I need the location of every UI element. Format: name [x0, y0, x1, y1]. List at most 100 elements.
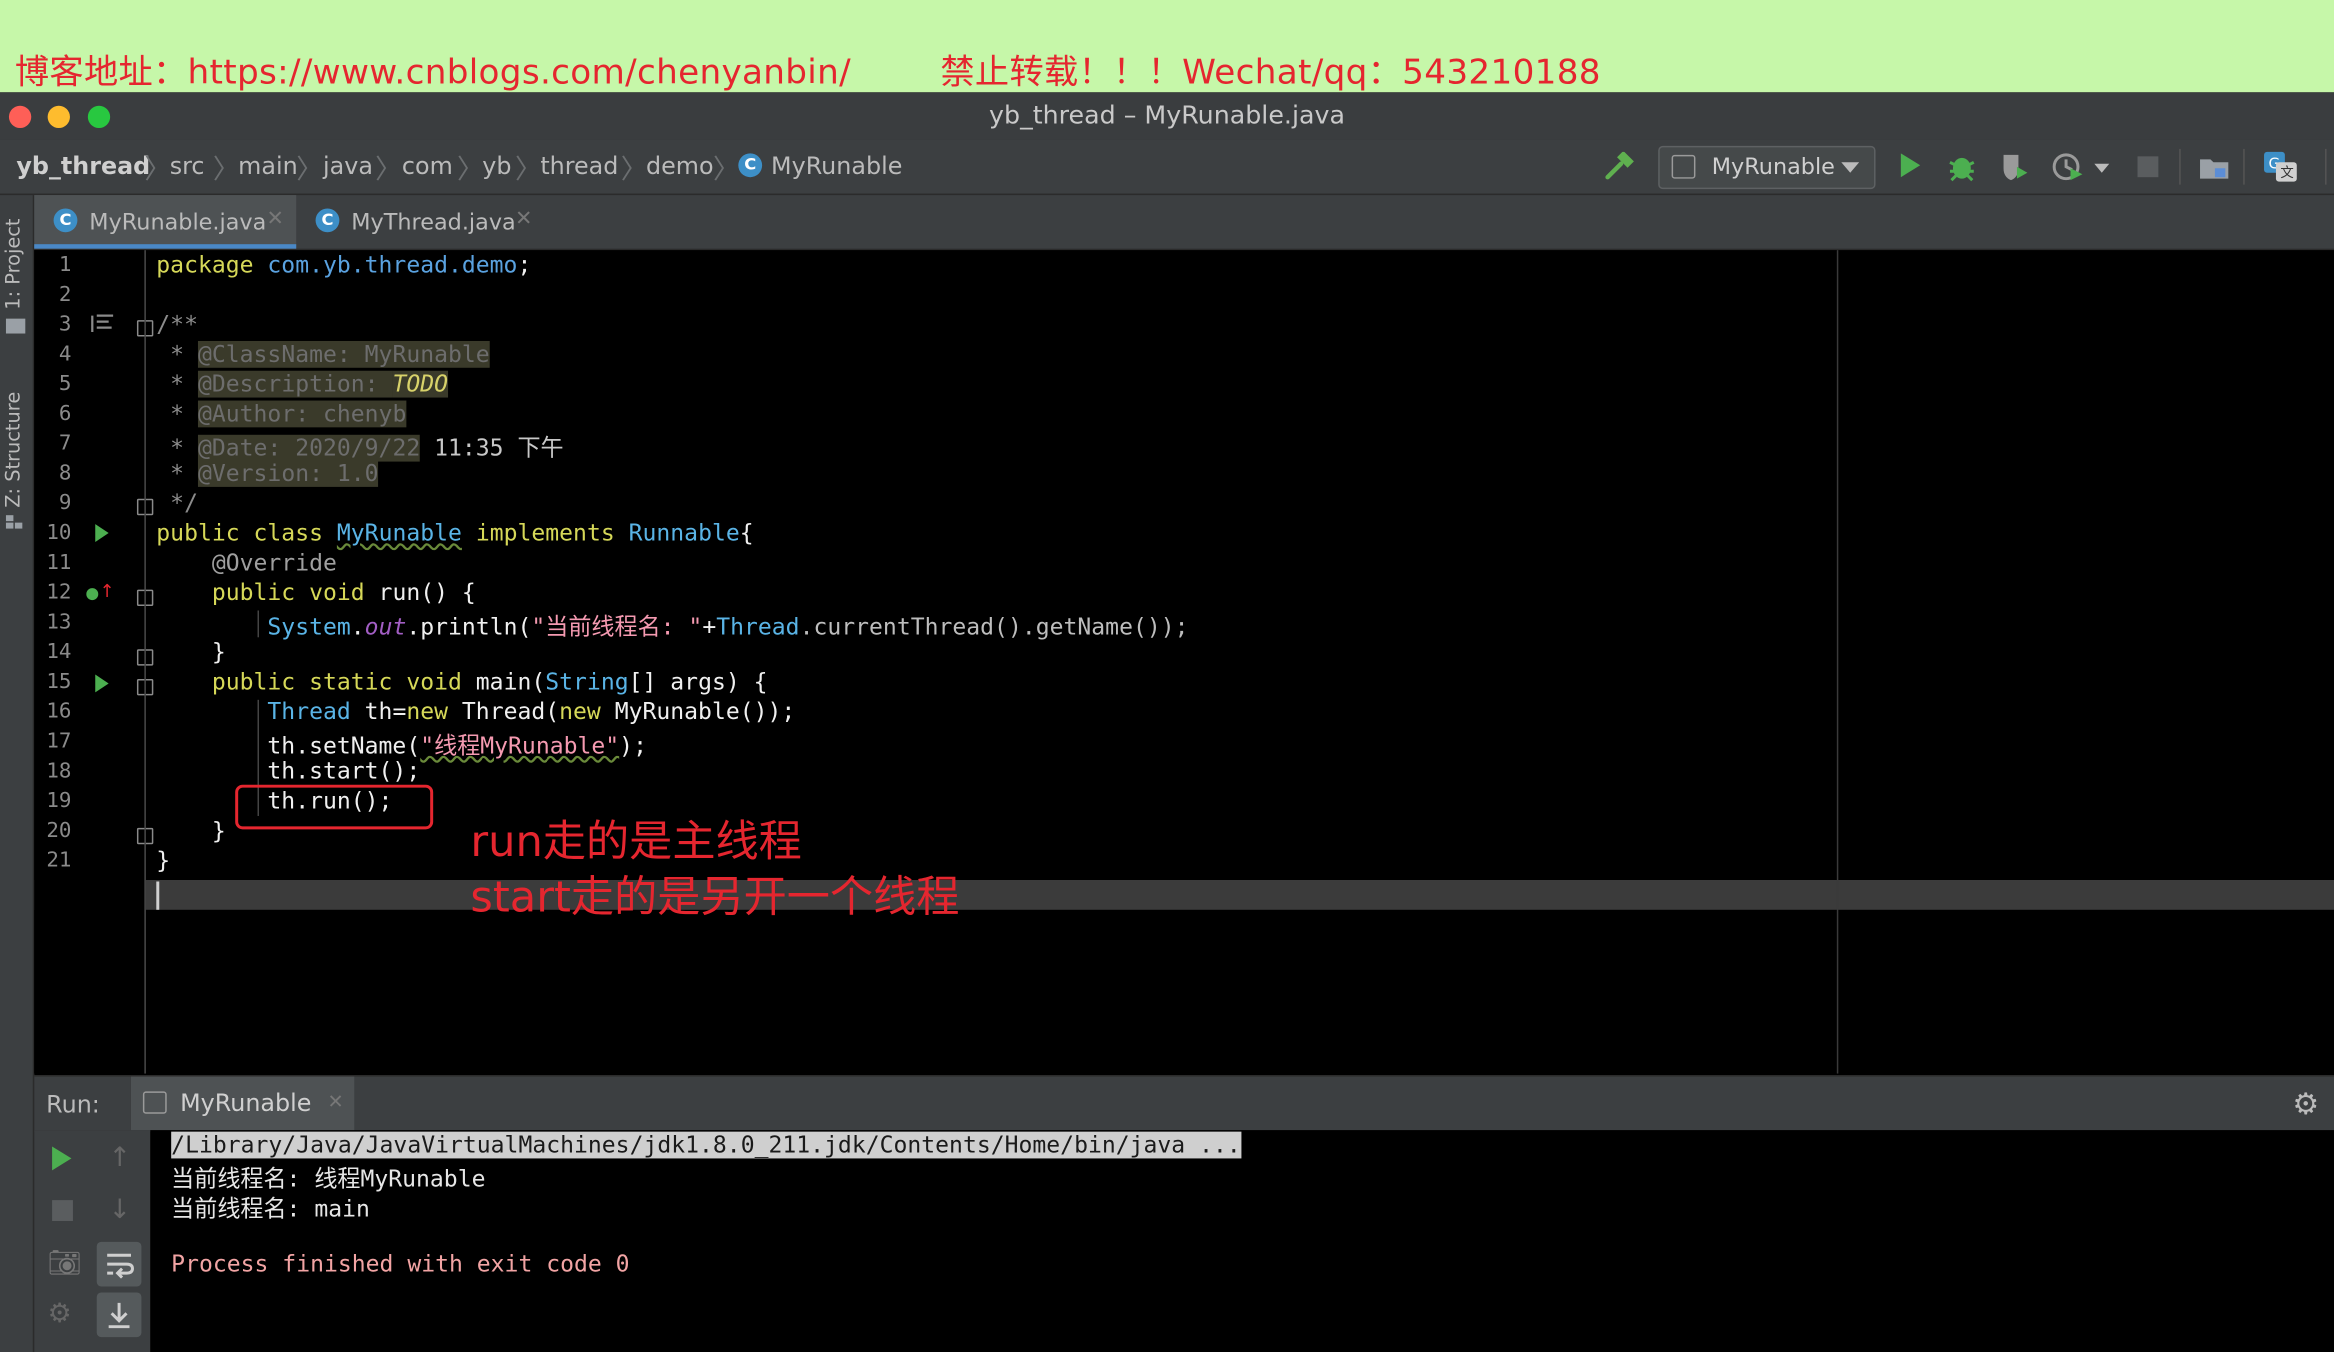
stop-icon[interactable]	[52, 1200, 73, 1221]
code-line: package com.yb.thread.demo;	[156, 251, 532, 279]
code-line: th.start();	[156, 757, 421, 785]
console-output[interactable]: /Library/Java/JavaVirtualMachines/jdk1.8…	[150, 1130, 2334, 1352]
line-number: 14	[46, 640, 72, 665]
breadcrumb-project[interactable]: yb_thread	[16, 152, 150, 180]
console-icon	[142, 1091, 167, 1114]
toolbar-divider	[2179, 148, 2181, 185]
run-config-label: MyRunable	[1711, 153, 1835, 181]
chevron-right-icon: 〉	[515, 154, 542, 187]
scroll-to-end-button[interactable]	[96, 1292, 142, 1338]
right-margin-guide	[1836, 250, 1839, 1074]
screen: 博客地址：https://www.cnblogs.com/chenyanbin/…	[0, 0, 2334, 1352]
current-line-highlight	[34, 879, 2334, 910]
breadcrumb-yb[interactable]: yb	[482, 152, 511, 180]
text-caret	[156, 881, 160, 910]
line-number: 19	[46, 789, 72, 813]
project-tool-window-button[interactable]: 1: Project	[3, 218, 25, 309]
title-bar: yb_thread – MyRunable.java	[0, 92, 2334, 142]
run-configuration-select[interactable]: MyRunable	[1658, 145, 1876, 190]
profiler-icon[interactable]	[2051, 150, 2084, 183]
settings-bug-icon[interactable]: ⚙	[48, 1298, 72, 1329]
arrow-up-icon[interactable]: ↑	[109, 1142, 131, 1173]
structure-icon	[5, 515, 24, 530]
run-main-gutter-icon[interactable]	[95, 674, 109, 693]
chevron-down-icon	[1841, 162, 1860, 173]
run-icon[interactable]	[1900, 153, 1921, 178]
line-number: 17	[46, 729, 72, 754]
close-tab-icon[interactable]: ✕	[266, 207, 283, 231]
line-number: 7	[58, 431, 72, 456]
breadcrumb-com[interactable]: com	[402, 152, 453, 180]
coverage-icon[interactable]	[1998, 150, 2031, 183]
code-line: * @Author: chenyb	[156, 400, 407, 428]
arrow-down-icon[interactable]: ↓	[109, 1194, 131, 1225]
annotation-text-run: run走的是主线程	[470, 815, 802, 867]
editor-tabs: C MyRunable.java ✕ C MyThread.java ✕	[34, 195, 2334, 251]
line-number: 16	[46, 699, 72, 724]
breadcrumb-thread[interactable]: thread	[540, 152, 618, 180]
line-number: 3	[58, 312, 72, 337]
code-line: public void run() {	[156, 579, 476, 607]
tab-mythread[interactable]: C MyThread.java ✕	[296, 195, 558, 249]
code-line: * @Description: TODO	[156, 370, 449, 398]
run-tab-myrunable[interactable]: MyRunable ✕	[130, 1076, 355, 1131]
window-title: yb_thread – MyRunable.java	[989, 101, 1345, 132]
java-class-icon: C	[738, 153, 763, 178]
gear-icon[interactable]: ⚙	[2292, 1085, 2319, 1121]
stop-icon[interactable]	[2137, 156, 2159, 178]
wrap-icon	[107, 1253, 134, 1279]
java-class-icon: C	[53, 208, 78, 233]
breadcrumb-main[interactable]: main	[238, 152, 298, 180]
run-panel-toolbar: ↑ ↓ 📷︎ ⚙	[34, 1130, 151, 1352]
camera-icon[interactable]: 📷︎	[48, 1248, 82, 1279]
code-line: * @Date: 2020/9/22 11:35 下午	[156, 434, 564, 462]
breadcrumb-class[interactable]: MyRunable	[771, 152, 902, 180]
banner-text: 博客地址：https://www.cnblogs.com/chenyanbin/…	[14, 53, 1601, 93]
chevron-right-icon: 〉	[713, 154, 740, 187]
line-number: 6	[58, 402, 72, 426]
breadcrumb-demo[interactable]: demo	[646, 152, 714, 180]
rerun-icon[interactable]	[52, 1146, 72, 1171]
code-line: */	[156, 489, 198, 517]
toolbar-divider	[2243, 148, 2245, 185]
left-tool-window-strip: 1: Project Z: Structure	[0, 195, 35, 1352]
build-hammer-icon[interactable]	[1603, 151, 1636, 182]
structure-tool-window-button[interactable]: Z: Structure	[3, 392, 25, 508]
watermark-banner: 博客地址：https://www.cnblogs.com/chenyanbin/…	[0, 0, 2334, 93]
scroll-end-icon	[108, 1302, 130, 1329]
close-tab-icon[interactable]: ✕	[327, 1091, 343, 1113]
line-number: 9	[58, 491, 72, 516]
code-line: public static void main(String[] args) {	[156, 668, 768, 696]
breadcrumb-java[interactable]: java	[323, 152, 373, 180]
svg-text:文: 文	[2280, 165, 2293, 181]
close-tab-icon[interactable]: ✕	[515, 207, 532, 231]
line-number: 13	[46, 610, 72, 635]
code-line: @Override	[156, 549, 337, 577]
run-panel-header: Run: MyRunable ✕ ⚙	[34, 1075, 2334, 1132]
tab-label: MyRunable.java	[89, 208, 267, 236]
console-line: 当前线程名: 线程MyRunable	[171, 1165, 486, 1193]
console-command-line: /Library/Java/JavaVirtualMachines/jdk1.8…	[171, 1131, 1241, 1159]
chevron-down-icon[interactable]	[2094, 163, 2110, 173]
debug-bug-icon[interactable]	[1947, 152, 1977, 182]
code-line: /**	[156, 311, 198, 339]
line-number: 15	[46, 670, 72, 694]
override-arrow-icon: ↑	[99, 580, 115, 602]
line-number: 8	[58, 461, 72, 486]
line-number: 4	[58, 342, 72, 367]
code-line: Thread th=new Thread(new MyRunable());	[267, 698, 796, 726]
breadcrumb-src[interactable]: src	[170, 152, 205, 180]
gutter-separator	[144, 250, 146, 1074]
run-tab-label: MyRunable	[180, 1088, 312, 1117]
run-class-gutter-icon[interactable]	[95, 524, 109, 542]
doc-render-icon[interactable]	[91, 313, 115, 334]
implements-method-icon[interactable]	[86, 588, 99, 601]
translate-icon[interactable]: G 文	[2263, 150, 2299, 183]
tab-myrunable[interactable]: C MyRunable.java ✕	[34, 195, 297, 249]
project-structure-icon[interactable]	[2199, 153, 2232, 180]
code-editor[interactable]: 1 2 3 4 5 6 7 8 9 10 11 12 13 14 15 16 1…	[34, 250, 2334, 1074]
chevron-right-icon: 〉	[375, 154, 402, 187]
chevron-right-icon: 〉	[296, 154, 324, 187]
soft-wrap-button[interactable]	[96, 1241, 142, 1287]
chevron-right-icon: 〉	[456, 154, 484, 187]
